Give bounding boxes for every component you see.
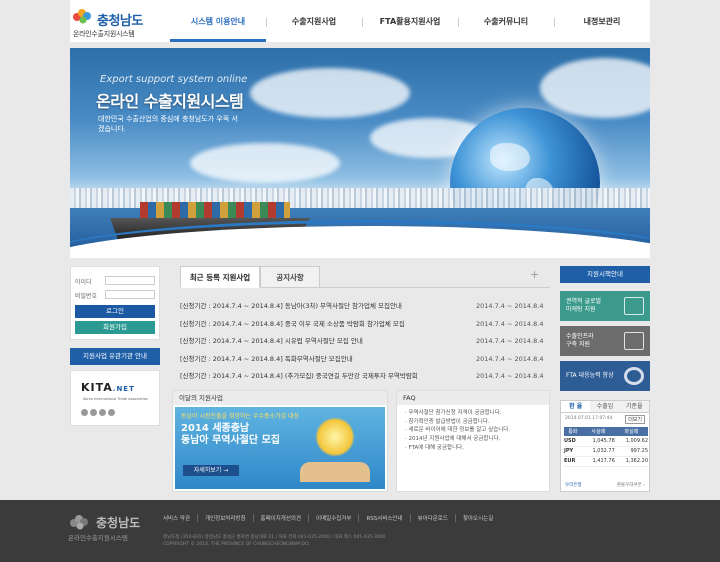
- play-icon[interactable]: [99, 409, 106, 416]
- support-policy-title[interactable]: 지원시책안내: [560, 266, 650, 283]
- faq-item[interactable]: · 2014년 지원사업에 대해서 궁금합니다.: [405, 435, 541, 444]
- cloud: [540, 58, 650, 118]
- nav-fta-support[interactable]: FTA활용지원사업: [362, 0, 458, 42]
- more-plus-icon[interactable]: +: [530, 268, 539, 281]
- fx-more-button[interactable]: 더보기: [625, 415, 645, 424]
- cloud: [190, 143, 340, 183]
- nav-export-support[interactable]: 수출지원사업: [266, 0, 362, 42]
- related-org-guide[interactable]: 지원사업 유관기관 안내: [70, 348, 160, 365]
- join-button[interactable]: 회원가입: [75, 321, 155, 334]
- footer-link-terms[interactable]: 서비스 약관: [163, 514, 197, 522]
- faq-box: FAQ · 무역사절단 참가신청 자격이 궁금합니다. · 참가확인증 발급방법…: [396, 390, 550, 492]
- hero-english-title: Export support system online: [100, 74, 248, 85]
- globe-land: [490, 143, 530, 171]
- kita-banner[interactable]: KITA.NET Korea International Trade Assoc…: [70, 370, 160, 426]
- brand-name: 충청남도: [97, 14, 143, 29]
- global-marketing-button[interactable]: 권역적 글로벌 마케팅 지원: [560, 291, 650, 321]
- list-item[interactable]: [신청기간 : 2014.7.4 ~ 2014.8.4] 동남아(3차) 무역사…: [180, 298, 550, 316]
- footer-links: 서비스 약관 개인정보처리방침 홈페이지개선의견 이메일수집거부 RSS서비스안…: [163, 514, 500, 522]
- table-row: USD 1,045.78 1,009.62: [564, 436, 648, 447]
- pw-label: 비밀번호: [75, 293, 98, 300]
- monthly-title: 2014 세종충남 동남아 무역사절단 모집: [181, 423, 280, 446]
- bank-name[interactable]: 우리은행: [565, 482, 582, 488]
- nav-system-guide[interactable]: 시스템 이용안내: [170, 0, 266, 42]
- hand-image: [300, 462, 370, 482]
- monthly-program: 이달의 지원사업 동남아 시장진출을 희망하는 우수중소기업 대상 2014 세…: [172, 390, 388, 492]
- nav-community[interactable]: 수출커뮤니티: [458, 0, 554, 42]
- exchange-rate-box: 환 율 수출입 기준율 2014.07.01 17:07:44 더보기 통화 사실…: [560, 400, 650, 492]
- footer: 충청남도 온라인수출지원시스템 서비스 약관 개인정보처리방침 홈페이지개선의견…: [0, 500, 720, 562]
- header: 충청남도 온라인수출지원시스템 시스템 이용안내 수출지원사업 FTA활용지원사…: [70, 0, 650, 42]
- monthly-header: 이달의 지원사업: [173, 391, 387, 405]
- building-icon: [624, 297, 644, 315]
- faq-item[interactable]: · 무역사절단 참가신청 자격이 궁금합니다.: [405, 409, 541, 418]
- id-label: 아이디: [75, 279, 92, 286]
- fx-timestamp: 2014.07.01 17:07:44: [565, 416, 613, 421]
- footer-link-viewer[interactable]: 뷰어다운로드: [409, 514, 455, 522]
- list-item[interactable]: [신청기간 : 2014.7.4 ~ 2014.8.4] 중국 이우 국제 소상…: [180, 316, 550, 334]
- faq-item[interactable]: · 새로운 바이어에 대한 정보를 알고 싶습니다.: [405, 426, 541, 435]
- ship-containers: [140, 202, 290, 218]
- id-input[interactable]: [105, 276, 155, 285]
- fx-coupon-link[interactable]: 환율우대쿠폰 ›: [617, 482, 645, 488]
- nav-my-info[interactable]: 내정보관리: [554, 0, 650, 42]
- pause-icon[interactable]: [90, 409, 97, 416]
- cycle-icon: [624, 367, 644, 385]
- list-item[interactable]: [신청기간 : 2014.7.4 ~ 2014.8.4] 독화무역사절단 모집안…: [180, 351, 550, 369]
- table-row: EUR 1,417.76 1,362.20: [564, 456, 648, 467]
- more-details-button[interactable]: 자세히보기 →: [183, 465, 239, 476]
- login-box: 아이디 비밀번호 로그인 회원가입: [70, 266, 160, 340]
- main-nav: 시스템 이용안내 수출지원사업 FTA활용지원사업 수출커뮤니티 내정보관리: [170, 0, 650, 42]
- fta-capacity-button[interactable]: FTA 대응능력 향상: [560, 361, 650, 391]
- tab-base-rate[interactable]: 기준율: [619, 401, 649, 412]
- faq-header: FAQ: [397, 391, 549, 405]
- notice-list: [신청기간 : 2014.7.4 ~ 2014.8.4] 동남아(3차) 무역사…: [180, 298, 550, 386]
- footer-address: 충남도청 (350-831) 충청남도 홍성군 홍북면 충남대로 21 / 대표…: [163, 535, 386, 540]
- hero-title: 온라인 수출지원시스템: [96, 92, 244, 111]
- login-button[interactable]: 로그인: [75, 305, 155, 318]
- hero-description: 대한민국 수출산업의 중심에 충청남도가 우뚝 서겠습니다.: [98, 115, 238, 133]
- site-logo[interactable]: 충청남도 온라인수출지원시스템: [70, 6, 168, 38]
- banner-controls: [81, 409, 115, 416]
- factory-icon: [624, 332, 644, 350]
- lightbulb-icon: [315, 417, 355, 457]
- brand-subtitle: 온라인수출지원시스템: [73, 30, 135, 38]
- hero-banner: Export support system online 온라인 수출지원시스템…: [70, 48, 650, 258]
- footer-link-email-refusal[interactable]: 이메일수집거부: [308, 514, 358, 522]
- table-row: JPY 1,032.77 997.25: [564, 446, 648, 457]
- list-item[interactable]: [신청기간 : 2014.7.4 ~ 2014.8.4] 시유럽 무역사절단 모…: [180, 333, 550, 351]
- footer-copyright: COPYRIGHT © 2014. THE PROVINCE OF CHUNGC…: [163, 542, 310, 547]
- faq-item[interactable]: · 참가확인증 발급방법이 궁금합니다.: [405, 418, 541, 427]
- flower-logo-icon: [73, 9, 91, 24]
- prev-icon[interactable]: [81, 409, 88, 416]
- password-input[interactable]: [105, 290, 155, 299]
- kita-text: Korea International Trade Association: [83, 397, 149, 401]
- next-icon[interactable]: [108, 409, 115, 416]
- faq-item[interactable]: · FTA에 대해 궁금합니다.: [405, 444, 541, 453]
- footer-subtitle: 온라인수출지원시스템: [68, 534, 128, 542]
- footer-link-directions[interactable]: 찾아오시는길: [454, 514, 500, 522]
- cloud: [250, 68, 410, 118]
- support-policy: 지원시책안내 권역적 글로벌 마케팅 지원 수출인프라 구축 지원 FTA 대응능력…: [560, 266, 650, 391]
- tab-recent-programs[interactable]: 최근 등록 지원사업: [180, 266, 260, 288]
- kita-logo: KITA.NET: [81, 381, 135, 394]
- tab-exchange-rate[interactable]: 환 율: [561, 401, 591, 412]
- footer-link-feedback[interactable]: 홈페이지개선의견: [252, 514, 308, 522]
- fx-table: 통화 사실때 파실때 USD 1,045.78 1,009.62 JPY 1,032.77…: [564, 427, 648, 467]
- export-infra-button[interactable]: 수출인프라 구축 지원: [560, 326, 650, 356]
- monthly-banner[interactable]: 동남아 시장진출을 희망하는 우수중소기업 대상 2014 세종충남 동남아 무역…: [175, 407, 385, 489]
- footer-brand: 충청남도: [96, 516, 141, 530]
- monthly-tag: 동남아 시장진출을 희망하는 우수중소기업 대상: [181, 413, 300, 420]
- list-item[interactable]: [신청기간 : 2014.7.4 ~ 2014.8.4] (추가모집) 중국연길…: [180, 368, 550, 386]
- flower-logo-icon: [70, 515, 88, 530]
- notice-tabs: 최근 등록 지원사업 공지사항: [180, 266, 550, 288]
- footer-link-rss[interactable]: RSS서비스안내: [358, 514, 409, 522]
- tab-import-export[interactable]: 수출입: [590, 401, 620, 412]
- tab-notices[interactable]: 공지사항: [260, 266, 320, 288]
- footer-link-privacy[interactable]: 개인정보처리방침: [197, 514, 252, 522]
